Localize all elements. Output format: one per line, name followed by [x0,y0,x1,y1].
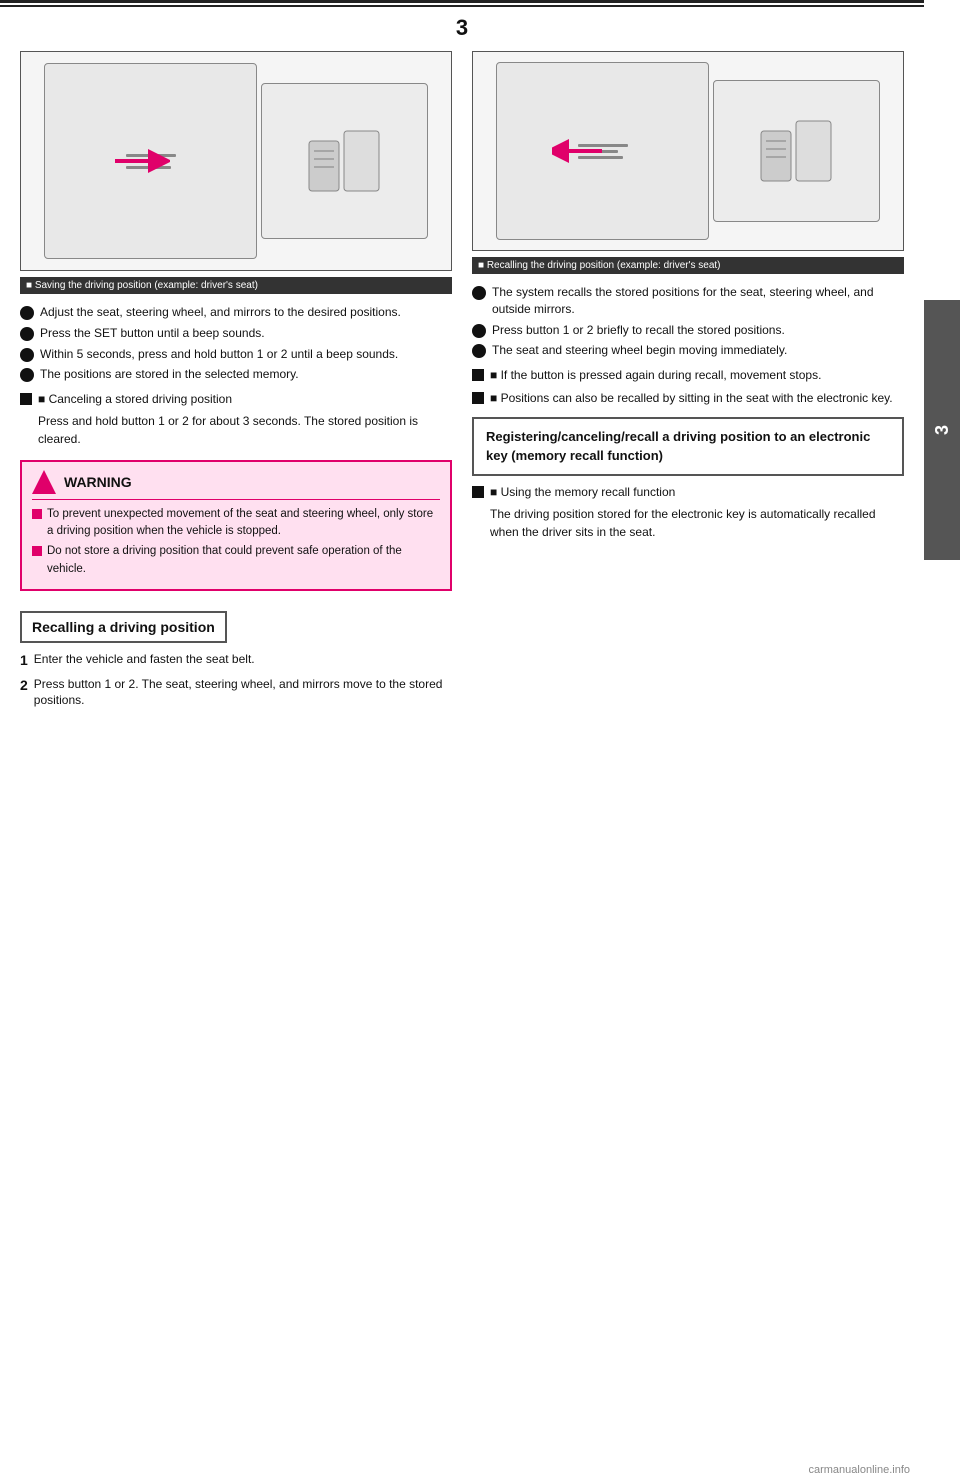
step-2-text: Press button 1 or 2. The seat, steering … [34,676,452,710]
bullet-dot-3 [20,348,34,362]
register-recall-box: Registering/canceling/recall a driving p… [472,417,904,476]
cancel-text: Press and hold button 1 or 2 for about 3… [38,412,452,448]
step-2-num: 2 [20,676,28,696]
right-diagram-inner [495,62,882,240]
warning-label: WARNING [64,474,132,490]
bullet-item-1: Adjust the seat, steering wheel, and mir… [20,304,452,321]
left-diagram-caption: ■ Saving the driving position (example: … [20,277,452,294]
recalling-box-wrapper: Recalling a driving position [20,601,452,651]
left-panel-illustration [44,63,257,259]
main-content: ■ Saving the driving position (example: … [0,41,924,724]
left-column: ■ Saving the driving position (example: … [20,51,452,714]
sidebar-tab: 3 [924,300,960,560]
warning-triangle-icon [32,470,56,494]
right-sq-text: The driving position stored for the elec… [490,505,904,541]
warning-item-1: To prevent unexpected movement of the se… [32,506,440,541]
warning-header: WARNING [32,470,440,500]
right-bullet-1: The system recalls the stored positions … [472,284,904,318]
warning-sq-bullet-1 [32,509,42,519]
bullet-item-3: Within 5 seconds, press and hold button … [20,346,452,363]
left-diagram-inner [43,63,430,259]
right-note-1: ■ If the button is pressed again during … [472,367,904,384]
divider-line [0,5,924,7]
right-right-panel [713,80,879,223]
bullet-item-4: The positions are stored in the selected… [20,366,452,383]
right-column: ■ Recalling the driving position (exampl… [472,51,904,714]
warning-box: WARNING To prevent unexpected movement o… [20,460,452,591]
step-1: 1 Enter the vehicle and fasten the seat … [20,651,452,671]
footer-watermark: carmanualonline.info [808,1464,910,1476]
left-diagram-box [20,51,452,271]
steering-illustration [304,121,384,201]
chapter-number: 3 [0,15,924,41]
right-bullet-dot-3 [472,344,486,358]
right-note-2: ■ Positions can also be recalled by sitt… [472,390,904,407]
bullet-dot-1 [20,306,34,320]
recalling-driving-position-box: Recalling a driving position [20,611,227,643]
right-sq-section: ■ Using the memory recall function [472,484,904,501]
step-1-text: Enter the vehicle and fasten the seat be… [34,651,255,668]
right-bullet-dot-1 [472,286,486,300]
right-sq-bullet-1 [472,369,484,381]
right-bullet-2: Press button 1 or 2 briefly to recall th… [472,322,904,339]
right-steering-illustration [756,111,836,191]
warning-item-2: Do not store a driving position that cou… [32,543,440,578]
bullet-item-2: Press the SET button until a beep sounds… [20,325,452,342]
step-1-num: 1 [20,651,28,671]
right-diagram-box [472,51,904,251]
right-left-panel [496,62,709,240]
right-sq-bullet-memory [472,486,484,498]
bullet-dot-4 [20,368,34,382]
warning-sq-bullet-2 [32,546,42,556]
right-panel-illustration [261,83,427,240]
right-bullet-dot-2 [472,324,486,338]
right-bullet-3: The seat and steering wheel begin moving… [472,342,904,359]
top-border-line [0,0,924,3]
right-diagram-caption: ■ Recalling the driving position (exampl… [472,257,904,274]
cancel-section: ■ Canceling a stored driving position [20,391,452,408]
right-sq-bullet-2 [472,392,484,404]
square-bullet-cancel [20,393,32,405]
bullet-dot-2 [20,327,34,341]
pink-arrow-left [110,146,170,176]
step-2: 2 Press button 1 or 2. The seat, steerin… [20,676,452,710]
pink-arrow-right [552,136,612,166]
